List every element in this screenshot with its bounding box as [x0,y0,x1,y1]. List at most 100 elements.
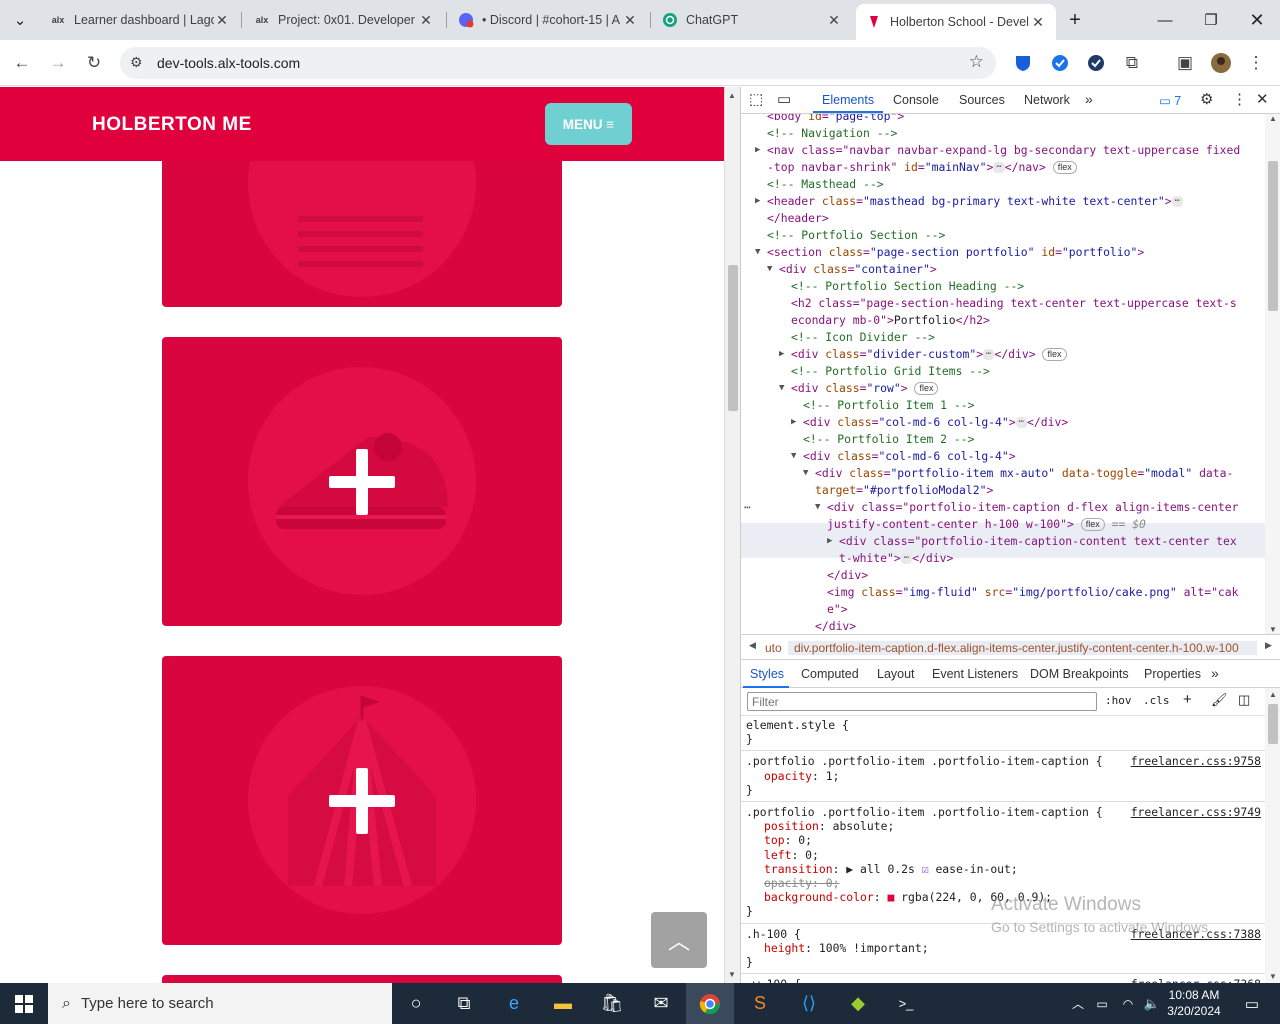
flex-badge[interactable]: flex [1052,161,1077,174]
flex-badge[interactable]: flex [914,382,939,395]
restore-window-button[interactable]: ❐ [1188,0,1234,40]
class-toggle[interactable]: .cls [1143,694,1170,707]
expand-toggle-icon[interactable]: ▶ [827,533,832,550]
breadcrumb-item-current[interactable]: div.portfolio-item-caption.d-flex.align-… [788,641,1257,655]
sublime-text-icon[interactable]: S [736,983,784,1024]
forward-arrow-icon[interactable]: → [43,48,73,78]
dom-comment-line[interactable]: <!-- Portfolio Item 2 --> [803,431,974,448]
css-declaration[interactable]: left: 0; [764,848,819,862]
notification-center-icon[interactable]: ▭ [1228,983,1276,1024]
scroll-to-top-button[interactable]: ︿ [651,912,707,968]
bookmark-star-icon[interactable]: ☆ [969,52,984,72]
tab-search-icon[interactable]: ⌄ [0,0,40,40]
menu-button[interactable]: MENU ≡ [545,103,632,145]
mail-icon[interactable]: ✉ [637,983,685,1024]
dom-node-line[interactable]: ▶ <nav class="navbar navbar-expand-lg bg-… [755,142,1240,159]
dom-node-line[interactable]: ▼ <div class="container"> [767,261,937,278]
devtools-tab-network[interactable]: Network [1024,93,1070,107]
show-hidden-icons-chevron[interactable]: ︿ [1066,983,1090,1024]
collapsed-content-ellipsis[interactable]: ⋯ [900,553,913,564]
dom-node-line[interactable]: econdary mb-0">Portfolio</h2> [791,312,990,329]
dom-comment-line[interactable]: <!-- Icon Divider --> [791,329,935,346]
git-extensions-icon[interactable]: ◆ [834,983,882,1024]
devtools-tab-elements[interactable]: Elements [822,93,874,107]
node-actions-ellipsis[interactable]: ⋯ [744,499,751,516]
css-declaration[interactable]: opacity: 0; [764,876,839,890]
site-brand[interactable]: HOLBERTON ME [92,114,252,136]
tab-styles[interactable]: Styles [750,667,784,681]
site-settings-icon[interactable]: ⚙ [130,54,143,71]
dom-node-line[interactable]: target="#portfolioModal2"> [815,482,993,499]
tab-properties[interactable]: Properties [1144,667,1201,681]
expand-toggle-icon[interactable]: ▼ [791,448,796,465]
collapsed-content-ellipsis[interactable]: ⋯ [1171,196,1184,207]
devtools-tab-console[interactable]: Console [893,93,939,107]
browser-tab-project[interactable]: alx Project: 0x01. Developer t ✕ [244,6,444,34]
dom-comment-line[interactable]: <!-- Navigation --> [767,125,897,142]
css-rule-selector[interactable]: .portfolio .portfolio-item .portfolio-it… [746,805,1103,819]
close-window-button[interactable]: ✕ [1234,0,1280,40]
css-rule-selector[interactable]: element.style { [746,718,849,732]
cortana-icon[interactable]: ○ [392,983,440,1024]
vscode-icon[interactable]: ⟨⟩ [785,983,833,1024]
network-icon[interactable]: ▭ [1090,983,1114,1024]
page-scrollbar[interactable]: ▲ ▼ [724,87,740,983]
dom-node-line[interactable]: <body id="page-top"> [767,114,904,125]
expand-toggle-icon[interactable]: ▼ [767,261,772,278]
styles-scrollbar-thumb[interactable] [1268,704,1278,744]
dom-node-line[interactable]: ▶ <div class="col-md-6 col-lg-4"> ⋯ </div> [791,414,1068,431]
portfolio-item-cake[interactable] [162,337,562,626]
toggle-sidebar-icon[interactable]: ◫ [1238,692,1250,708]
close-tab-icon[interactable]: ✕ [418,12,434,29]
color-swatch-icon[interactable]: ■ [887,890,894,904]
dom-comment-line[interactable]: <!-- Masthead --> [767,176,884,193]
dom-node-line[interactable]: ▼ <div class="portfolio-item-caption d-fl… [815,499,1238,516]
dom-tree[interactable]: <body id="page-top"> <!-- Navigation --> ▶… [741,114,1265,634]
dom-node-line[interactable]: <img class="img-fluid" src="img/portfoli… [827,584,1239,601]
windows-start-button[interactable] [0,983,48,1024]
dom-node-line[interactable]: ▶ <div class="divider-custom"> ⋯ </div> fle… [779,346,1067,363]
css-declaration[interactable]: top: 0; [764,833,812,847]
extension-check-icon[interactable] [1045,48,1075,78]
dom-comment-line[interactable]: <!-- Portfolio Item 1 --> [803,397,974,414]
dom-node-line[interactable]: ▶ <header class="masthead bg-primary text… [755,193,1184,210]
extension-verified-icon[interactable] [1081,48,1111,78]
dom-node-line[interactable]: </div> [815,618,856,634]
more-tabs-chevron-icon[interactable]: » [1085,91,1093,107]
easing-editor-icon[interactable]: ☑ [922,862,929,876]
css-rule-selector[interactable]: .portfolio .portfolio-item .portfolio-it… [746,754,1103,768]
css-rule-selector[interactable]: .h-100 { [746,927,801,941]
breadcrumb-item-prev[interactable]: uto [765,641,782,655]
new-style-rule-icon[interactable]: + [1183,691,1192,708]
taskbar-clock[interactable]: 10:08 AM 3/20/2024 [1166,987,1222,1019]
close-devtools-icon[interactable]: ✕ [1256,90,1269,108]
expand-toggle-icon[interactable]: ▼ [815,499,820,516]
dom-node-line[interactable]: ▶ <div class="portfolio-item-caption-cont… [827,533,1237,550]
collapsed-content-ellipsis[interactable]: ⋯ [993,162,1005,173]
store-icon[interactable]: 🛍 [588,983,636,1024]
close-tab-icon[interactable]: ✕ [214,12,230,29]
page-scrollbar-thumb[interactable] [728,265,738,411]
browser-tab-learner-dashboard[interactable]: alx Learner dashboard | Lago ✕ [40,6,240,34]
expand-toggle-icon[interactable]: ▼ [755,244,760,261]
close-tab-icon[interactable]: ✕ [826,12,842,29]
styles-scrollbar[interactable]: ▲ ▼ [1265,688,1280,983]
new-tab-button[interactable]: + [1056,0,1094,40]
address-bar[interactable]: ⚙ dev-tools.alx-tools.com ☆ [120,47,996,79]
collapsed-content-ellipsis[interactable]: ⋯ [1015,417,1028,428]
expand-toggle-icon[interactable]: ▼ [779,380,784,397]
inspect-element-icon[interactable]: ⬚ [749,90,763,108]
expand-toggle-icon[interactable]: ▶ [755,142,760,159]
dom-node-line[interactable]: t-white"> ⋯ </div> [839,550,953,567]
dom-comment-line[interactable]: <!-- Portfolio Section --> [767,227,945,244]
back-arrow-icon[interactable]: ← [7,48,37,78]
close-tab-icon[interactable]: ✕ [1030,14,1046,31]
dom-node-line[interactable]: </div> [827,567,868,584]
extensions-puzzle-icon[interactable]: ⧉ [1117,48,1147,78]
tab-computed[interactable]: Computed [801,667,859,681]
file-explorer-icon[interactable]: ▬ [539,983,587,1024]
browser-tab-holberton[interactable]: Holberton School - Devel ✕ [856,4,1056,40]
dom-node-line[interactable]: ▼ <div class="row"> flex [779,380,939,397]
settings-gear-icon[interactable]: ⚙ [1200,90,1213,108]
tab-layout[interactable]: Layout [877,667,915,681]
